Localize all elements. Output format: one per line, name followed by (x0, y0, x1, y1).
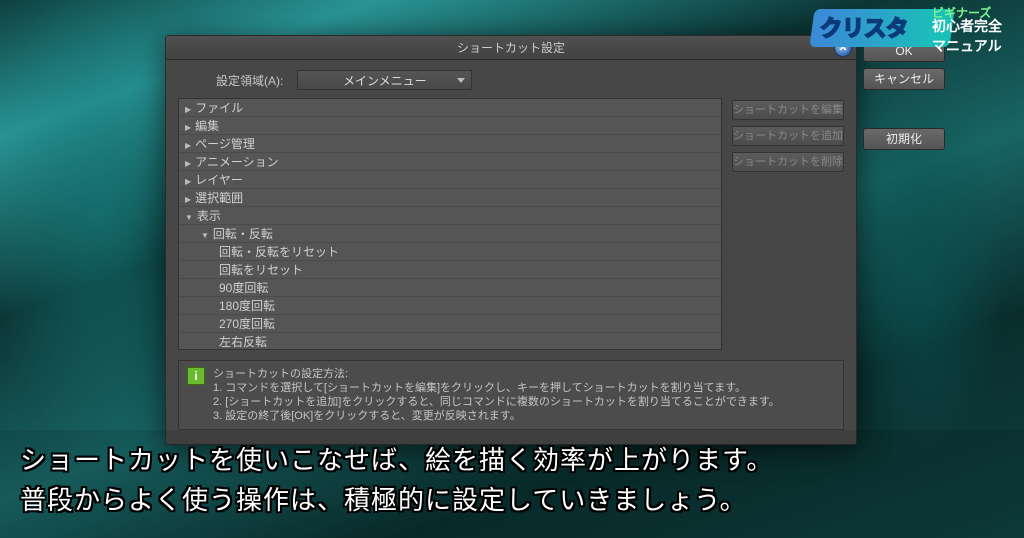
subtitle-line-1: ショートカットを使いこなせば、絵を描く効率が上がります。 (20, 440, 1004, 480)
reset-button[interactable]: 初期化 (863, 128, 945, 150)
logo-brand-text: クリスタ (820, 11, 908, 43)
top-controls-row: 設定領域(A): メインメニュー (166, 60, 856, 98)
dialog-right-buttons: OK キャンセル 初期化 (863, 40, 945, 150)
add-shortcut-button[interactable]: ショートカットを追加 (732, 126, 844, 146)
tree-item-rot90[interactable]: 90度回転 (179, 279, 721, 297)
brand-logo: クリスタ ビギナーズ 初心者完全マニュアル (812, 2, 1012, 54)
setting-area-dropdown[interactable]: メインメニュー (297, 70, 472, 90)
spacer (863, 96, 945, 122)
info-box: i ショートカットの設定方法: 1. コマンドを選択して[ショートカットを編集]… (178, 360, 844, 430)
command-tree[interactable]: ファイル 編集 ページ管理 アニメーション レイヤー 選択範囲 表示 回転・反転… (178, 98, 722, 350)
info-text: ショートカットの設定方法: 1. コマンドを選択して[ショートカットを編集]をク… (213, 367, 780, 423)
tree-item-select[interactable]: 選択範囲 (179, 189, 721, 207)
logo-tag-main: 初心者完全マニュアル (932, 16, 1002, 56)
edit-shortcut-button[interactable]: ショートカットを編集 (732, 100, 844, 120)
tree-item-anim[interactable]: アニメーション (179, 153, 721, 171)
info-heading: ショートカットの設定方法: (213, 367, 780, 381)
tree-item-edit[interactable]: 編集 (179, 117, 721, 135)
chevron-down-icon (457, 78, 465, 83)
shortcut-settings-dialog: ショートカット設定 ✕ 設定領域(A): メインメニュー ファイル 編集 ページ… (165, 35, 857, 445)
subtitle-line-2: 普段からよく使う操作は、積極的に設定していきましょう。 (20, 480, 1004, 520)
info-line-1: 1. コマンドを選択して[ショートカットを編集]をクリックし、キーを押してショー… (213, 381, 780, 395)
dialog-title: ショートカット設定 (457, 41, 565, 55)
tree-item-rotate-reset[interactable]: 回転・反転をリセット (179, 243, 721, 261)
dialog-titlebar[interactable]: ショートカット設定 ✕ (166, 36, 856, 60)
tree-item-rot180[interactable]: 180度回転 (179, 297, 721, 315)
tree-item-fliph[interactable]: 左右反転 (179, 333, 721, 350)
dropdown-value: メインメニュー (343, 72, 427, 89)
delete-shortcut-button[interactable]: ショートカットを削除 (732, 152, 844, 172)
tree-item-file[interactable]: ファイル (179, 99, 721, 117)
main-area: ファイル 編集 ページ管理 アニメーション レイヤー 選択範囲 表示 回転・反転… (166, 98, 856, 350)
tree-item-layer[interactable]: レイヤー (179, 171, 721, 189)
tree-item-view[interactable]: 表示 (179, 207, 721, 225)
tree-item-rot270[interactable]: 270度回転 (179, 315, 721, 333)
info-line-2: 2. [ショートカットを追加]をクリックすると、同じコマンドに複数のショートカッ… (213, 395, 780, 409)
tree-item-rot-reset2[interactable]: 回転をリセット (179, 261, 721, 279)
info-icon: i (187, 367, 205, 385)
subtitle-overlay: ショートカットを使いこなせば、絵を描く効率が上がります。 普段からよく使う操作は… (0, 430, 1024, 538)
shortcut-action-buttons: ショートカットを編集 ショートカットを追加 ショートカットを削除 (732, 98, 844, 350)
cancel-button[interactable]: キャンセル (863, 68, 945, 90)
info-line-3: 3. 設定の終了後[OK]をクリックすると、変更が反映されます。 (213, 409, 780, 423)
tree-item-rotate[interactable]: 回転・反転 (179, 225, 721, 243)
tree-item-page[interactable]: ページ管理 (179, 135, 721, 153)
setting-area-label: 設定領域(A): (216, 72, 283, 89)
